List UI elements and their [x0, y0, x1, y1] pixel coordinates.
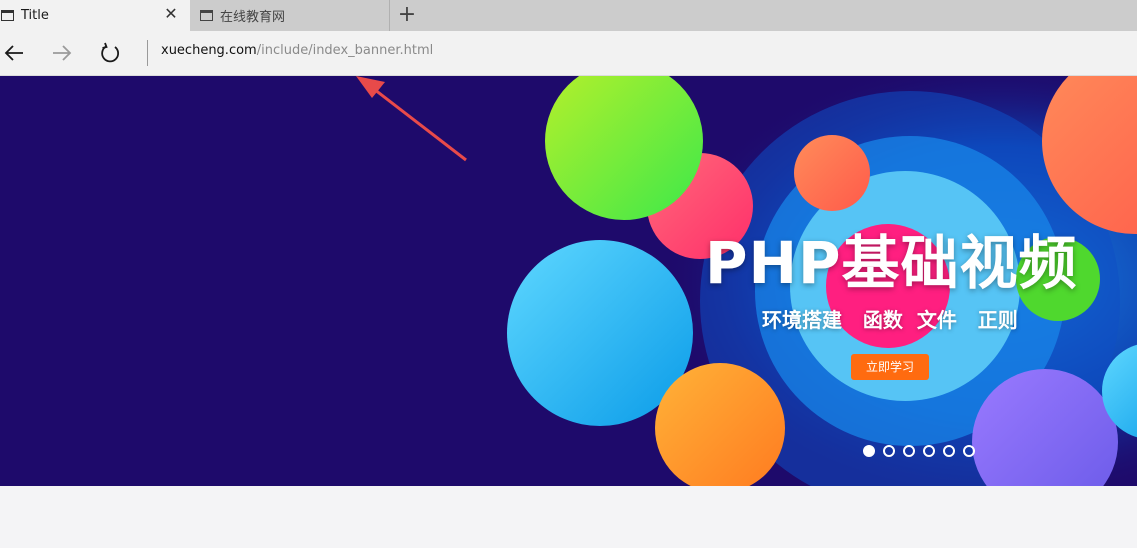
address-host: xuecheng.com: [161, 43, 257, 58]
address-path: /include/index_banner.html: [256, 43, 434, 58]
toolbar-divider: [147, 40, 148, 66]
tab-label: 在线教育网: [220, 10, 286, 25]
tab-label: Title: [21, 8, 49, 23]
tab-online-education[interactable]: 在线教育网: [190, 0, 390, 31]
forward-arrow-icon[interactable]: [46, 39, 76, 67]
slide-dot[interactable]: [963, 445, 975, 457]
slide-dot[interactable]: [883, 445, 895, 457]
slide-indicator: [863, 445, 975, 457]
slide-dot[interactable]: [943, 445, 955, 457]
tab-strip: Title ✕ 在线教育网 +: [0, 0, 1137, 31]
slide-dot[interactable]: [903, 445, 915, 457]
learn-now-button[interactable]: 立即学习: [851, 354, 929, 380]
refresh-icon[interactable]: [95, 39, 125, 67]
navigation-toolbar: xuecheng.com/include/index_banner.html: [0, 31, 1137, 76]
browser-window: Title ✕ 在线教育网 + xuecheng.com/include/ind…: [0, 0, 1137, 548]
back-arrow-icon[interactable]: [0, 39, 30, 67]
slide-dot[interactable]: [863, 445, 875, 457]
page-body: [0, 486, 1137, 548]
address-bar[interactable]: xuecheng.com/include/index_banner.html: [161, 42, 433, 60]
close-icon[interactable]: ✕: [164, 6, 178, 22]
slide-dot[interactable]: [923, 445, 935, 457]
tab-page-icon: [200, 10, 213, 21]
banner-subtitle: 环境搭建 函数 文件 正则: [762, 308, 1018, 332]
tab-title[interactable]: Title ✕: [0, 0, 190, 31]
banner-title: PHP基础视频: [705, 229, 1078, 297]
tab-page-icon: [1, 10, 14, 21]
plus-icon[interactable]: +: [396, 3, 418, 27]
hero-banner[interactable]: PHP基础视频 环境搭建 函数 文件 正则 立即学习: [0, 76, 1137, 486]
